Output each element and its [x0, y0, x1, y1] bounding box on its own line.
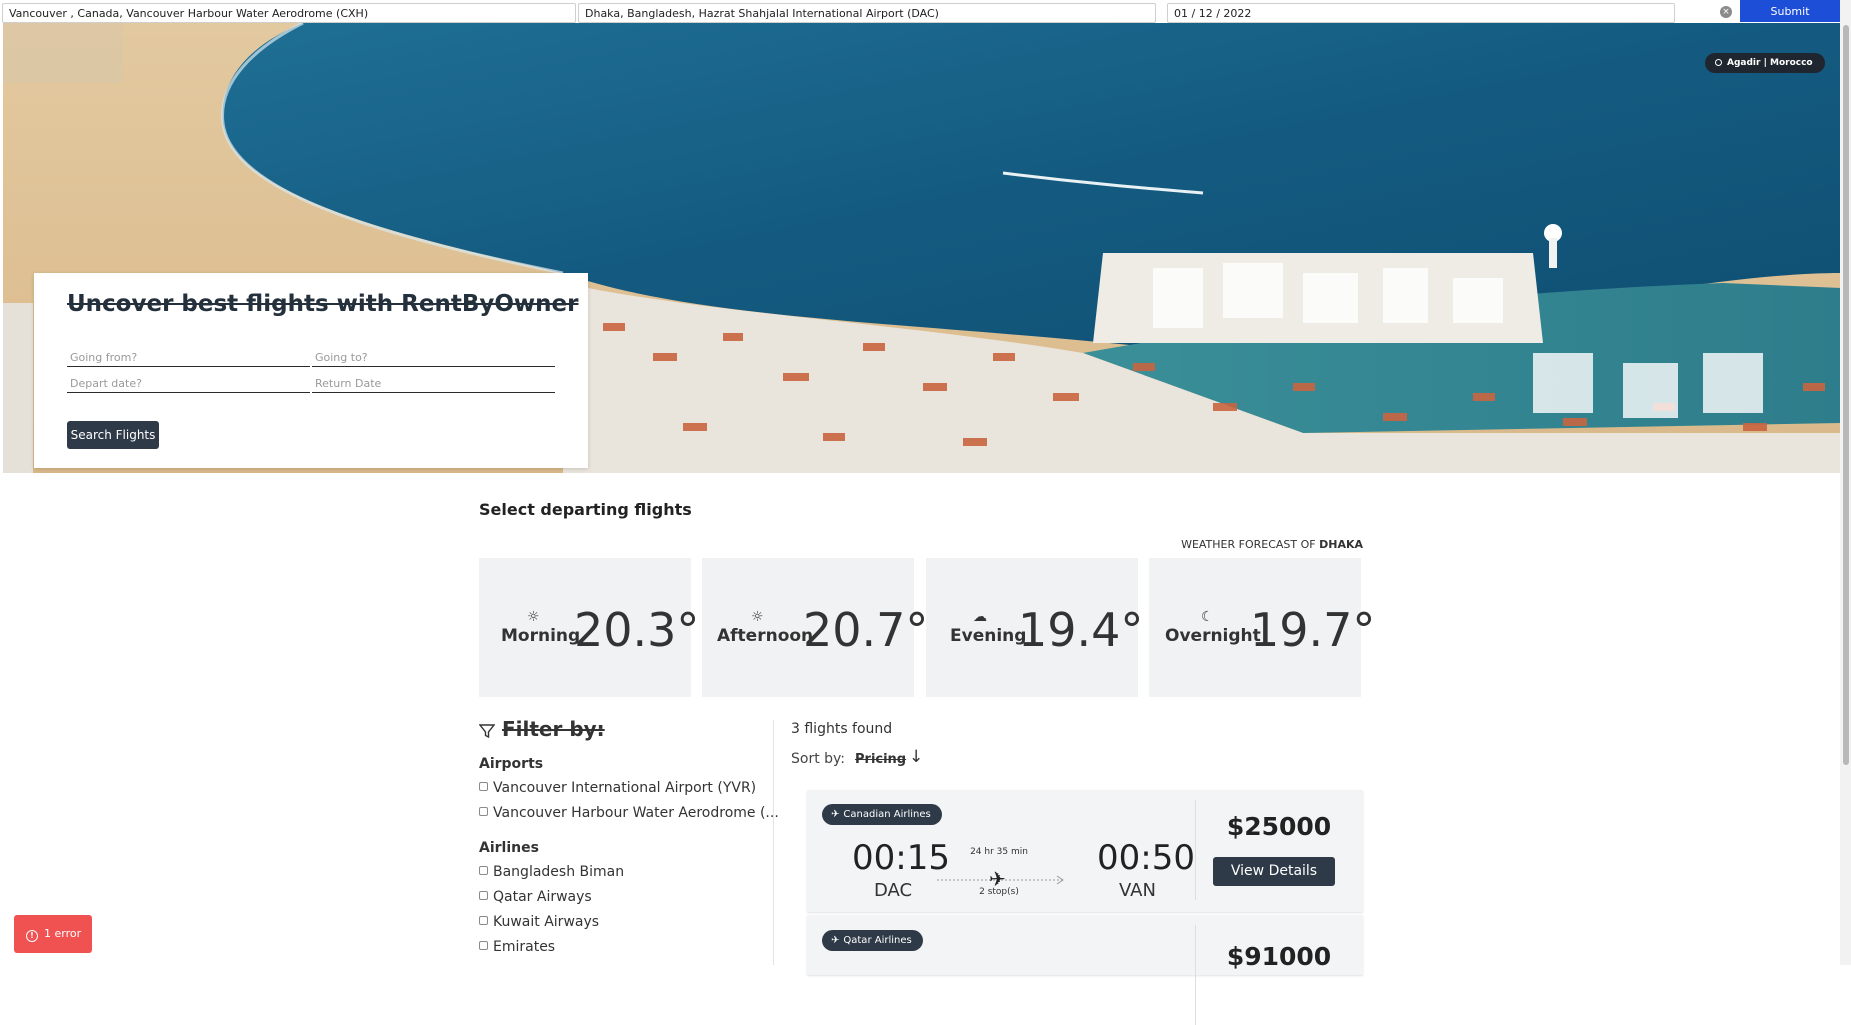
weather-card-afternoon: ☼ Afternoon 20.7°	[702, 558, 928, 697]
weather-label: Overnight	[1165, 626, 1261, 646]
airport-label: Vancouver Harbour Water Aerodrome (...	[493, 805, 779, 821]
location-badge[interactable]: Agadir | Morocco	[1705, 53, 1825, 73]
airline-option[interactable]: Bangladesh Biman	[479, 864, 624, 880]
cloud-icon: ☁	[973, 609, 987, 625]
view-details-button[interactable]: View Details	[1213, 857, 1335, 886]
submit-button[interactable]: Submit	[1740, 0, 1840, 22]
weather-caption: WEATHER FORECAST OF DHAKA	[1130, 538, 1363, 551]
section-title: Select departing flights	[479, 500, 692, 519]
airline-label: Qatar Airways	[493, 889, 592, 905]
weather-temp: 19.7°	[1250, 603, 1376, 657]
depart-date-field[interactable]: Depart date?	[67, 371, 310, 393]
weather-temp: 20.7°	[803, 603, 929, 657]
filter-icon	[479, 724, 495, 739]
error-icon: !	[26, 930, 38, 942]
flight-price: $25000	[1226, 812, 1332, 841]
clear-date-icon[interactable]: ×	[1720, 6, 1732, 18]
airline-option[interactable]: Kuwait Airways	[479, 914, 599, 930]
plane-icon: ✈	[831, 809, 840, 820]
price-divider	[1195, 925, 1196, 1025]
weather-temp: 19.4°	[1018, 603, 1144, 657]
search-title: Uncover best flights with RentByOwner	[67, 291, 579, 317]
sun-icon: ☼	[751, 609, 764, 625]
going-to-field[interactable]: Going to?	[312, 345, 555, 367]
sort-value[interactable]: Pricing	[855, 752, 906, 767]
flight-card[interactable]: ✈ Qatar Airlines $91000	[807, 915, 1363, 1025]
airline-option[interactable]: Emirates	[479, 939, 555, 955]
checkbox[interactable]	[479, 807, 488, 816]
weather-card-evening: ☁ Evening 19.4°	[926, 558, 1143, 697]
checkbox[interactable]	[479, 891, 488, 900]
weather-label: Morning	[501, 626, 581, 646]
hero-banner: Agadir | Morocco Uncover best flights wi…	[3, 23, 1841, 473]
weather-city: DHAKA	[1319, 538, 1363, 551]
date-input[interactable]	[1167, 3, 1675, 23]
airline-name: Qatar Airlines	[843, 935, 912, 946]
airline-label: Bangladesh Biman	[493, 864, 625, 880]
arrival-code: VAN	[1119, 880, 1156, 901]
going-from-field[interactable]: Going from?	[67, 345, 310, 367]
sort-label: Sort by:	[791, 751, 846, 767]
airport-option[interactable]: Vancouver International Airport (YVR)	[479, 780, 756, 796]
weather-caption-prefix: WEATHER FORECAST OF	[1181, 538, 1316, 551]
airline-badge: ✈ Qatar Airlines	[822, 930, 923, 951]
flights-found-count: 3 flights found	[791, 721, 893, 737]
airline-label: Emirates	[493, 939, 556, 955]
column-divider	[773, 720, 774, 965]
airport-option[interactable]: Vancouver Harbour Water Aerodrome (...	[479, 805, 779, 821]
arrival-time: 00:50	[1097, 838, 1195, 878]
moon-icon: ☾	[1201, 609, 1214, 625]
departure-code: DAC	[874, 880, 913, 901]
weather-card-overnight: ☾ Overnight 19.7°	[1149, 558, 1375, 697]
location-pin-icon	[1715, 59, 1722, 66]
scrollbar-thumb[interactable]	[1843, 25, 1849, 765]
to-input[interactable]	[578, 3, 1156, 23]
search-flights-button[interactable]: Search Flights	[67, 421, 159, 449]
checkbox[interactable]	[479, 866, 488, 875]
top-form-bar: × Submit	[0, 0, 1851, 23]
airlines-heading: Airlines	[479, 840, 539, 856]
error-badge[interactable]: ! 1 error	[14, 915, 92, 953]
checkbox[interactable]	[479, 916, 488, 925]
filter-title: Filter by:	[502, 717, 605, 741]
weather-label: Afternoon	[717, 626, 814, 646]
location-text: Agadir | Morocco	[1727, 58, 1813, 68]
checkbox[interactable]	[479, 782, 488, 791]
sort-arrow-down-icon[interactable]: ↓	[909, 747, 923, 767]
checkbox[interactable]	[479, 941, 488, 950]
airline-name: Canadian Airlines	[843, 809, 931, 820]
airline-option[interactable]: Qatar Airways	[479, 889, 592, 905]
airports-heading: Airports	[479, 756, 544, 772]
plane-icon: ✈	[831, 935, 840, 946]
flight-price: $91000	[1226, 942, 1332, 971]
airline-label: Kuwait Airways	[493, 914, 600, 930]
return-date-field[interactable]: Return Date	[312, 371, 555, 393]
page-scrollbar[interactable]	[1840, 0, 1851, 965]
weather-label: Evening	[950, 626, 1027, 646]
weather-temp: 20.3°	[574, 603, 700, 657]
flight-duration: 24 hr 35 min	[970, 847, 1028, 857]
airline-badge: ✈ Canadian Airlines	[822, 804, 942, 825]
departure-time: 00:15	[852, 838, 950, 878]
flight-card[interactable]: ✈ Canadian Airlines 00:15 DAC 24 hr 35 mi…	[807, 790, 1363, 912]
weather-card-morning: ☼ Morning 20.3°	[479, 558, 699, 697]
from-input[interactable]	[2, 3, 576, 23]
search-card: Uncover best flights with RentByOwner Go…	[34, 273, 588, 468]
error-label: 1 error	[44, 927, 82, 940]
airport-label: Vancouver International Airport (YVR)	[493, 780, 757, 796]
sun-icon: ☼	[527, 609, 540, 625]
stops-count: 2 stop(s)	[979, 887, 1019, 897]
